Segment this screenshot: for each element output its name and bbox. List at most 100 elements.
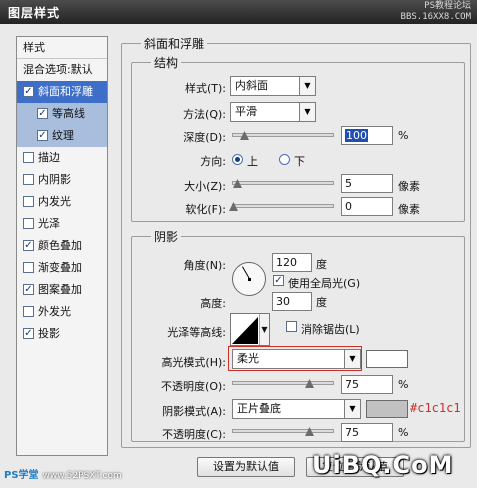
chevron-down-icon: ▼ — [344, 350, 360, 368]
direction-label: 方向: — [200, 155, 226, 168]
contour-checkbox[interactable]: ✓ — [37, 107, 48, 119]
size-slider[interactable] — [232, 178, 334, 188]
outer-glow-checkbox[interactable] — [23, 305, 34, 317]
shadow-opacity-track — [232, 429, 334, 433]
shadow-opacity-slider[interactable] — [232, 426, 334, 436]
sidebar-item-label: 内阴影 — [38, 173, 71, 186]
sidebar-item-pattern-overlay[interactable]: ✓ 图案叠加 — [17, 279, 107, 301]
highlight-opacity-slider[interactable] — [232, 378, 334, 388]
technique-select[interactable]: 平滑 ▼ — [230, 102, 316, 122]
pattern-overlay-checkbox[interactable]: ✓ — [23, 283, 34, 295]
bevel-emboss-checkbox[interactable]: ✓ — [23, 85, 34, 97]
shadow-opacity-unit: % — [398, 426, 409, 439]
shadow-color-annotation: #c1c1c1 — [410, 401, 461, 415]
angle-input[interactable]: 120 — [272, 253, 312, 272]
sidebar-item-gradient-overlay[interactable]: 渐变叠加 — [17, 257, 107, 279]
highlight-opacity-value: 75 — [345, 378, 359, 391]
soften-input[interactable]: 0 — [341, 197, 393, 216]
altitude-unit: 度 — [316, 296, 327, 309]
uibq-watermark: UiBQ.CoM — [312, 451, 454, 479]
shadow-opacity-value: 75 — [345, 426, 359, 439]
direction-down-label: 下 — [294, 155, 305, 168]
forum-watermark: PS教程论坛 BBS.16XX8.COM — [401, 1, 471, 23]
window-title: 图层样式 — [8, 6, 61, 20]
size-unit: 像素 — [398, 180, 420, 193]
gloss-contour-picker[interactable]: ▼ — [230, 313, 270, 346]
texture-checkbox[interactable]: ✓ — [37, 129, 48, 141]
highlight-opacity-unit: % — [398, 378, 409, 391]
chevron-down-icon: ▼ — [259, 314, 269, 345]
direction-up-label: 上 — [247, 155, 258, 168]
highlight-mode-select[interactable]: 柔光 ▼ — [232, 349, 361, 369]
sidebar-item-label: 内发光 — [38, 195, 71, 208]
shading-title: 阴影 — [151, 228, 182, 245]
style-select-value: 内斜面 — [235, 79, 268, 92]
altitude-label: 高度: — [200, 297, 226, 310]
angle-unit: 度 — [316, 258, 327, 271]
technique-label: 方法(Q): — [183, 108, 226, 121]
blend-options-item[interactable]: 混合选项:默认 — [17, 59, 107, 81]
soften-unit: 像素 — [398, 203, 420, 216]
title-bar: 图层样式 PS教程论坛 BBS.16XX8.COM — [0, 0, 477, 24]
altitude-input[interactable]: 30 — [272, 292, 312, 311]
sidebar-item-texture[interactable]: ✓ 纹理 — [17, 125, 107, 147]
sidebar-item-bevel-emboss[interactable]: ✓ 斜面和浮雕 — [17, 81, 107, 103]
color-overlay-checkbox[interactable]: ✓ — [23, 239, 34, 251]
depth-value: 100 — [345, 129, 368, 142]
sidebar-item-drop-shadow[interactable]: ✓ 投影 — [17, 323, 107, 345]
styles-header[interactable]: 样式 — [17, 37, 107, 59]
size-input[interactable]: 5 — [341, 174, 393, 193]
highlight-opacity-label: 不透明度(O): — [161, 380, 226, 393]
global-light-checkbox[interactable]: ✓ — [273, 275, 284, 286]
global-light-label: 使用全局光(G) — [288, 277, 361, 290]
shadow-color-swatch[interactable] — [366, 400, 408, 418]
depth-unit: % — [398, 129, 409, 142]
sidebar-item-inner-glow[interactable]: 内发光 — [17, 191, 107, 213]
highlight-color-swatch[interactable] — [366, 350, 408, 368]
angle-center-dot — [248, 278, 251, 281]
angle-label: 角度(N): — [183, 259, 226, 272]
shadow-opacity-label: 不透明度(C): — [162, 428, 226, 441]
shadow-mode-select[interactable]: 正片叠底 ▼ — [232, 399, 361, 419]
direction-up-radio[interactable] — [232, 154, 243, 165]
inner-glow-checkbox[interactable] — [23, 195, 34, 207]
chevron-down-icon: ▼ — [299, 77, 315, 95]
altitude-value: 30 — [276, 295, 290, 308]
satin-checkbox[interactable] — [23, 217, 34, 229]
angle-value: 120 — [276, 256, 297, 269]
highlight-opacity-input[interactable]: 75 — [341, 375, 393, 394]
sidebar-item-label: 渐变叠加 — [38, 261, 82, 274]
depth-slider[interactable] — [232, 130, 334, 140]
sidebar-item-inner-shadow[interactable]: 内阴影 — [17, 169, 107, 191]
angle-dial[interactable] — [232, 262, 266, 296]
watermark-line-1: PS教程论坛 — [424, 1, 471, 11]
drop-shadow-checkbox[interactable]: ✓ — [23, 327, 34, 339]
sidebar-item-satin[interactable]: 光泽 — [17, 213, 107, 235]
shadow-opacity-input[interactable]: 75 — [341, 423, 393, 442]
sidebar-item-outer-glow[interactable]: 外发光 — [17, 301, 107, 323]
styles-list: 样式 混合选项:默认 ✓ 斜面和浮雕 ✓ 等高线 ✓ 纹理 描边 内阴影 内发光 光泽… — [16, 36, 108, 456]
bevel-emboss-title: 斜面和浮雕 — [141, 35, 208, 52]
set-default-button[interactable]: 设置为默认值 — [197, 457, 295, 477]
highlight-opacity-track — [232, 381, 334, 385]
stroke-checkbox[interactable] — [23, 151, 34, 163]
direction-down-radio[interactable] — [279, 154, 290, 165]
sidebar-item-stroke[interactable]: 描边 — [17, 147, 107, 169]
soften-slider-track — [232, 204, 334, 208]
depth-label: 深度(D): — [183, 131, 226, 144]
shadow-mode-value: 正片叠底 — [237, 402, 281, 415]
size-slider-track — [232, 181, 334, 185]
gloss-contour-label: 光泽等高线: — [167, 326, 226, 339]
style-select[interactable]: 内斜面 ▼ — [230, 76, 316, 96]
gradient-overlay-checkbox[interactable] — [23, 261, 34, 273]
sidebar-item-contour[interactable]: ✓ 等高线 — [17, 103, 107, 125]
anti-alias-checkbox[interactable] — [286, 321, 297, 332]
sidebar-item-color-overlay[interactable]: ✓ 颜色叠加 — [17, 235, 107, 257]
size-value: 5 — [345, 177, 352, 190]
soften-slider[interactable] — [229, 201, 334, 211]
contour-curve-icon — [232, 317, 258, 344]
depth-slider-track — [232, 133, 334, 137]
style-label: 样式(T): — [184, 82, 226, 95]
depth-input[interactable]: 100 — [341, 126, 393, 145]
inner-shadow-checkbox[interactable] — [23, 173, 34, 185]
